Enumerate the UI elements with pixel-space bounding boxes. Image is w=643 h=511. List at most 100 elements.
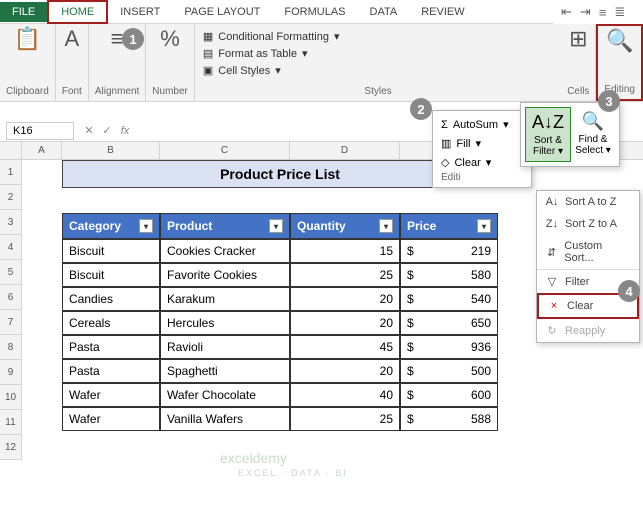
cell-product[interactable]: Hercules [160,311,290,335]
filter-button-product[interactable]: ▾ [269,219,283,233]
clear-button[interactable]: ◇Clear ▾ [437,153,527,172]
cell-category[interactable]: Candies [62,287,160,311]
filter-label: Filter [565,276,589,288]
fill-button[interactable]: ▥Fill ▾ [437,134,527,153]
editing-icon: 🔍 [606,30,633,52]
cell-quantity[interactable]: 15 [290,239,400,263]
autosum-label: AutoSum [453,119,498,131]
table-row[interactable]: WaferWafer Chocolate40$600 [62,383,498,407]
cell-category[interactable]: Pasta [62,335,160,359]
increase-indent-icon[interactable]: ⇥ [580,4,591,20]
cell-product[interactable]: Cookies Cracker [160,239,290,263]
tab-home[interactable]: HOME [47,0,108,24]
cell-quantity[interactable]: 45 [290,335,400,359]
col-a[interactable]: A [22,142,62,159]
select-all-cell[interactable] [0,142,22,159]
font-label: Font [62,86,82,97]
tab-formulas[interactable]: FORMULAS [272,2,357,22]
decrease-indent-icon[interactable]: ⇤ [561,4,572,20]
row-10[interactable]: 10 [0,385,22,410]
product-table: Product Price List Category▾ Product▾ Qu… [62,160,498,431]
group-editing[interactable]: 🔍 Editing [596,24,643,101]
format-as-table-button[interactable]: ▤Format as Table ▾ [203,45,553,62]
numbering-icon[interactable]: ≣ [614,4,625,20]
col-b[interactable]: B [62,142,160,159]
cell-product[interactable]: Favorite Cookies [160,263,290,287]
group-clipboard[interactable]: 📋 Clipboard [0,24,56,101]
bullets-icon[interactable]: ≡ [599,5,607,20]
tab-page-layout[interactable]: PAGE LAYOUT [172,2,272,22]
group-number[interactable]: % Number [146,24,195,101]
cell-product[interactable]: Ravioli [160,335,290,359]
tab-file[interactable]: FILE [0,2,47,22]
sort-za-item[interactable]: Z↓Sort Z to A [537,213,639,235]
cell-quantity[interactable]: 40 [290,383,400,407]
cell-quantity[interactable]: 25 [290,407,400,431]
cell-category[interactable]: Wafer [62,407,160,431]
tab-review[interactable]: REVIEW [409,2,476,22]
cell-quantity[interactable]: 20 [290,287,400,311]
fill-icon: ▥ [441,137,451,150]
cell-quantity[interactable]: 20 [290,359,400,383]
cell-category[interactable]: Biscuit [62,263,160,287]
row-4[interactable]: 4 [0,235,22,260]
cell-product[interactable]: Karakum [160,287,290,311]
row-5[interactable]: 5 [0,260,22,285]
cell-category[interactable]: Cereals [62,311,160,335]
cell-product[interactable]: Wafer Chocolate [160,383,290,407]
cell-quantity[interactable]: 20 [290,311,400,335]
row-1[interactable]: 1 [0,160,22,185]
cell-price[interactable]: $540 [400,287,498,311]
table-row[interactable]: BiscuitCookies Cracker15$219 [62,239,498,263]
custom-sort-item[interactable]: ⇵Custom Sort... [537,235,639,269]
tab-insert[interactable]: INSERT [108,2,172,22]
cell-styles-button[interactable]: ▣Cell Styles ▾ [203,62,553,79]
cell-price[interactable]: $219 [400,239,498,263]
cell-price[interactable]: $600 [400,383,498,407]
autosum-button[interactable]: ΣAutoSum ▾ [437,115,527,134]
conditional-formatting-button[interactable]: ▦Conditional Formatting ▾ [203,28,553,45]
group-font[interactable]: A Font [56,24,89,101]
table-row[interactable]: CandiesKarakum20$540 [62,287,498,311]
table-row[interactable]: PastaRavioli45$936 [62,335,498,359]
cell-price[interactable]: $580 [400,263,498,287]
cell-price[interactable]: $936 [400,335,498,359]
row-6[interactable]: 6 [0,285,22,310]
cell-price[interactable]: $588 [400,407,498,431]
group-cells[interactable]: ⊞ Cells [561,24,596,101]
sort-az-item[interactable]: A↓Sort A to Z [537,191,639,213]
cancel-button[interactable]: ✕ [80,124,98,137]
row-12[interactable]: 12 [0,435,22,460]
name-box[interactable]: K16 [6,122,74,140]
reapply-item[interactable]: ↻Reapply [537,319,639,342]
col-d[interactable]: D [290,142,400,159]
filter-button-price[interactable]: ▾ [477,219,491,233]
tab-data[interactable]: DATA [358,2,410,22]
table-row[interactable]: PastaSpaghetti20$500 [62,359,498,383]
enter-button[interactable]: ✓ [98,124,116,137]
table-row[interactable]: WaferVanilla Wafers25$588 [62,407,498,431]
find-select-button[interactable]: 🔍 Find & Select ▾ [571,107,615,162]
filter-button-quantity[interactable]: ▾ [379,219,393,233]
fx-button[interactable]: fx [116,125,134,137]
row-8[interactable]: 8 [0,335,22,360]
row-9[interactable]: 9 [0,360,22,385]
cell-category[interactable]: Wafer [62,383,160,407]
col-c[interactable]: C [160,142,290,159]
row-7[interactable]: 7 [0,310,22,335]
filter-button-category[interactable]: ▾ [139,219,153,233]
cell-price[interactable]: $650 [400,311,498,335]
row-11[interactable]: 11 [0,410,22,435]
cell-product[interactable]: Vanilla Wafers [160,407,290,431]
cell-product[interactable]: Spaghetti [160,359,290,383]
sort-filter-button[interactable]: A↓Z Sort & Filter ▾ [525,107,571,162]
table-row[interactable]: CerealsHercules20$650 [62,311,498,335]
cell-category[interactable]: Pasta [62,359,160,383]
cell-price[interactable]: $500 [400,359,498,383]
sort-az-label: Sort A to Z [565,196,616,208]
cell-quantity[interactable]: 25 [290,263,400,287]
cell-category[interactable]: Biscuit [62,239,160,263]
row-3[interactable]: 3 [0,210,22,235]
table-row[interactable]: BiscuitFavorite Cookies25$580 [62,263,498,287]
row-2[interactable]: 2 [0,185,22,210]
